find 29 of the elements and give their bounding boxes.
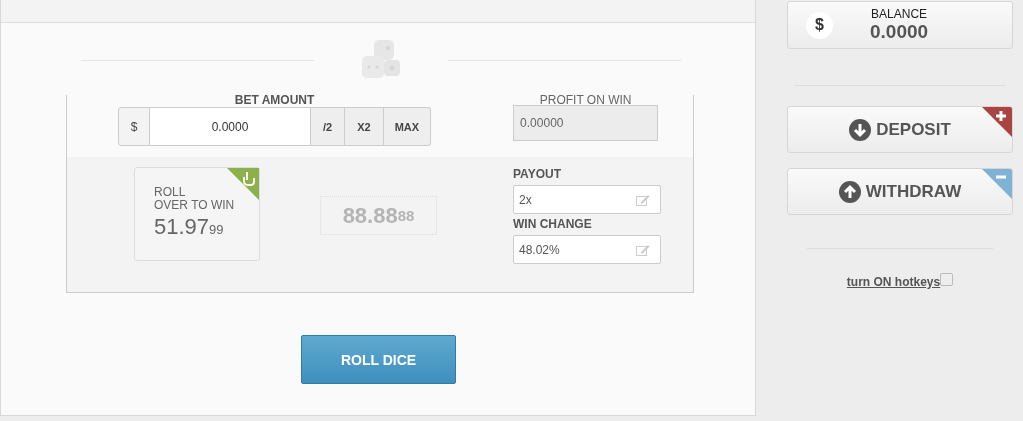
plus-corner-icon xyxy=(982,107,1012,137)
roll-over-card[interactable]: ROLL OVER TO WIN 51.9799 xyxy=(134,167,260,261)
bet-modifier-button[interactable]: X2 xyxy=(345,107,384,146)
field-label: WIN CHANGE xyxy=(513,217,593,233)
profit-field[interactable]: 0.00000 xyxy=(513,105,659,141)
hotkeys-link[interactable]: turn ON hotkeys xyxy=(846,275,941,289)
hotkeys-checkbox[interactable] xyxy=(940,273,954,286)
withdraw-button[interactable]: WITHDRAW xyxy=(787,168,1013,215)
arrow-up-circle-icon xyxy=(838,180,861,203)
input-field[interactable]: 2x xyxy=(513,185,661,214)
edit-icon xyxy=(636,193,650,206)
balance-value: 0.0000 xyxy=(870,21,929,43)
field-label: PAYOUT xyxy=(513,167,562,183)
bet-modifier-button[interactable]: MAX xyxy=(383,107,432,146)
arrow-down-circle-icon xyxy=(849,118,872,141)
minus-corner-icon xyxy=(982,169,1012,199)
edit-icon xyxy=(636,243,650,256)
dollar-icon: $ xyxy=(806,11,833,39)
bet-amount-label: BET AMOUNT xyxy=(234,93,315,107)
profit-on-win-label: PROFIT ON WIN xyxy=(539,93,632,107)
input-field[interactable]: 48.02% xyxy=(513,235,661,264)
bet-amount-input[interactable]: 0.0000 xyxy=(150,107,311,146)
roll-over-value: 51.9799 xyxy=(154,214,225,240)
balance-label: BALANCE xyxy=(871,7,928,21)
bet-modifier-button[interactable]: /2 xyxy=(311,107,346,146)
currency-addon: $ xyxy=(118,107,150,146)
result-display: 88.8888 xyxy=(320,196,437,235)
roll-over-label: ROLL OVER TO WIN xyxy=(154,186,236,212)
deposit-button[interactable]: DEPOSIT xyxy=(787,106,1013,153)
